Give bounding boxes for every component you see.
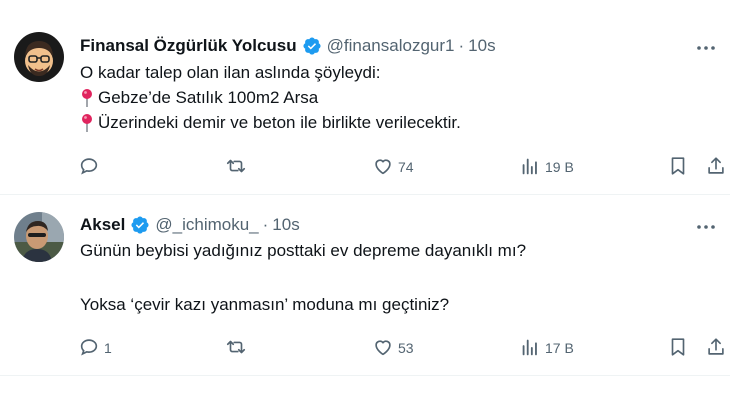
author-name[interactable]: Finansal Özgürlük Yolcusu — [80, 36, 297, 56]
more-icon[interactable] — [694, 36, 718, 60]
timestamp[interactable]: 10s — [468, 36, 495, 56]
action-bar: 1 53 17 B — [70, 333, 725, 363]
share-icon — [705, 336, 727, 361]
bookmark-button[interactable] — [667, 152, 689, 182]
tweet-text: O kadar talep olan ilan aslında şöyleydi… — [80, 60, 710, 135]
retweet-button[interactable] — [225, 333, 251, 363]
share-icon — [705, 155, 727, 180]
view-count: 17 B — [545, 340, 574, 356]
tweet-text: Günün beybisi yadığınız posttaki ev depr… — [80, 238, 710, 317]
author-handle[interactable]: @_ichimoku_ — [155, 215, 258, 235]
separator-dot: · — [262, 215, 269, 234]
tweet-line: Üzerindeki demir ve beton ile birlikte v… — [80, 110, 710, 135]
avatar[interactable] — [14, 212, 64, 262]
tweet-line: O kadar talep olan ilan aslında şöyleydi… — [80, 63, 381, 82]
views-button[interactable]: 17 B — [519, 333, 574, 363]
tweet-header: Finansal Özgürlük Yolcusu @finansalozgur… — [80, 34, 496, 58]
timestamp[interactable]: 10s — [272, 215, 299, 235]
avatar[interactable] — [14, 32, 64, 82]
retweet-icon — [225, 336, 247, 361]
views-button[interactable]: 19 B — [519, 152, 574, 182]
bookmark-icon — [667, 155, 689, 180]
reply-icon — [78, 155, 100, 180]
share-button[interactable] — [705, 152, 727, 182]
reply-button[interactable]: 1 — [78, 333, 112, 363]
like-button[interactable]: 74 — [372, 152, 414, 182]
tweet[interactable]: Finansal Özgürlük Yolcusu @finansalozgur… — [0, 0, 730, 195]
like-icon — [372, 336, 394, 361]
retweet-button[interactable] — [225, 152, 251, 182]
like-button[interactable]: 53 — [372, 333, 414, 363]
author-handle[interactable]: @finansalozgur1 — [327, 36, 455, 56]
pin-icon — [80, 113, 94, 133]
tweet-header: Aksel @_ichimoku_ · 10s — [80, 213, 300, 237]
like-count: 74 — [398, 159, 414, 175]
more-icon[interactable] — [694, 215, 718, 239]
verified-badge-icon — [130, 215, 150, 235]
like-count: 53 — [398, 340, 414, 356]
bookmark-icon — [667, 336, 689, 361]
reply-count: 1 — [104, 340, 112, 356]
views-icon — [519, 155, 541, 180]
reply-icon — [78, 336, 100, 361]
pin-icon — [80, 88, 94, 108]
verified-badge-icon — [302, 36, 322, 56]
retweet-icon — [225, 155, 247, 180]
view-count: 19 B — [545, 159, 574, 175]
tweet-line: Günün beybisi yadığınız posttaki ev depr… — [80, 241, 527, 260]
like-icon — [372, 155, 394, 180]
author-name[interactable]: Aksel — [80, 215, 125, 235]
share-button[interactable] — [705, 333, 727, 363]
reply-button[interactable] — [78, 152, 104, 182]
tweet-line: Gebze’de Satılık 100m2 Arsa — [80, 85, 710, 110]
separator-dot: · — [458, 36, 465, 55]
action-bar: 74 19 B — [70, 152, 725, 182]
bookmark-button[interactable] — [667, 333, 689, 363]
tweet-line: Yoksa ‘çevir kazı yanmasın’ moduna mı ge… — [80, 295, 450, 314]
views-icon — [519, 336, 541, 361]
tweet-line-text: Gebze’de Satılık 100m2 Arsa — [98, 88, 319, 107]
tweet[interactable]: Aksel @_ichimoku_ · 10s Günün beybisi ya… — [0, 195, 730, 376]
tweet-line-text: Üzerindeki demir ve beton ile birlikte v… — [98, 113, 461, 132]
